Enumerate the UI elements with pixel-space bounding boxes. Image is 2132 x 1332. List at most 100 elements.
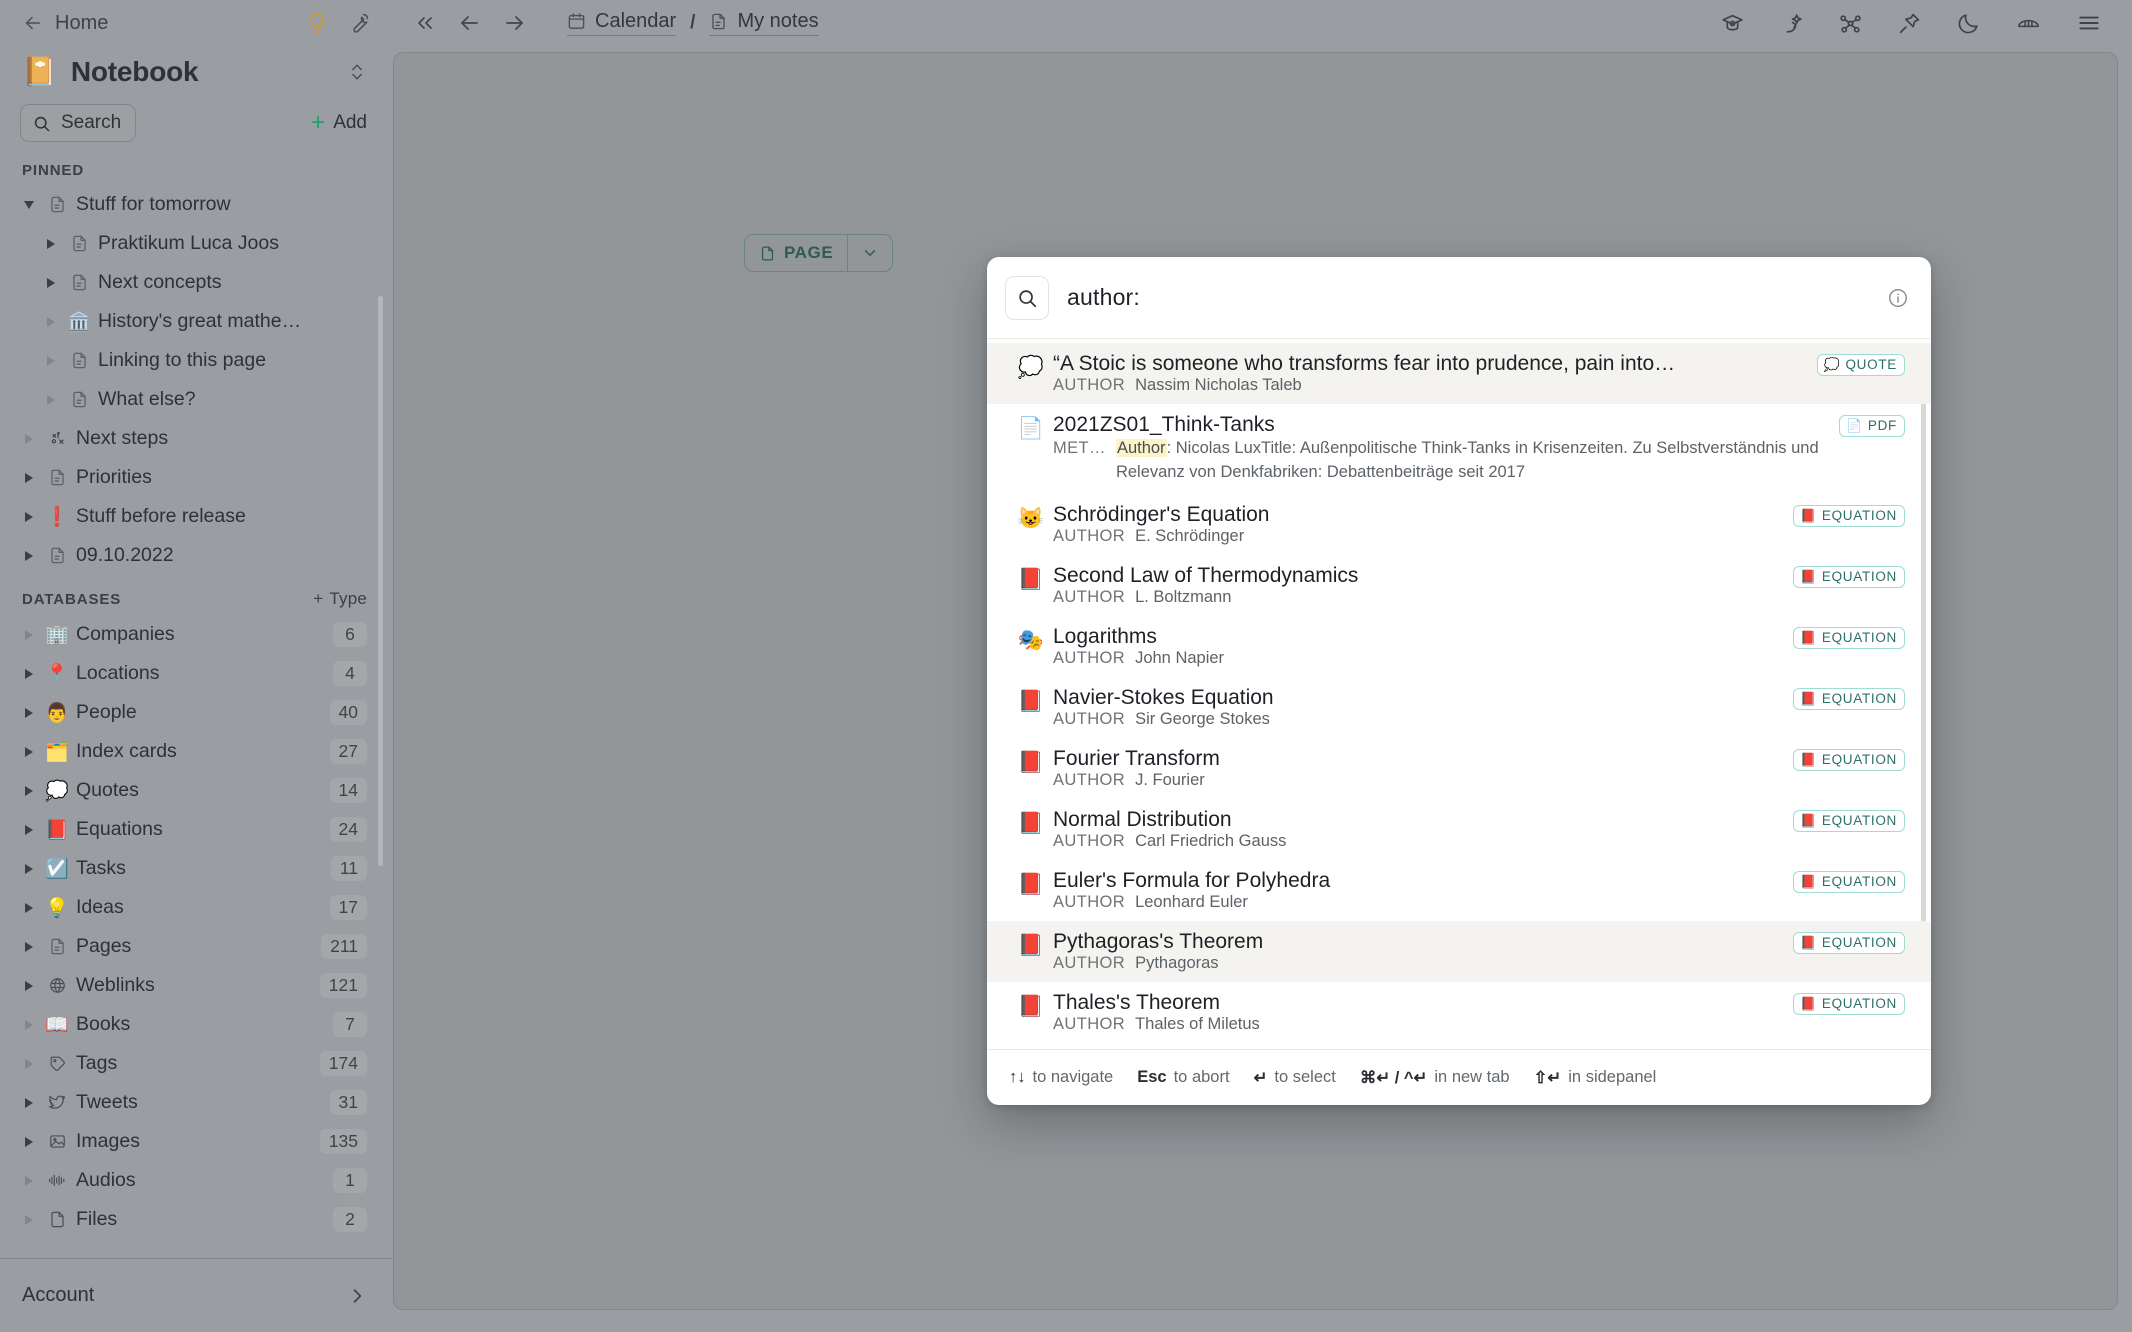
search-results[interactable]: 💭 “A Stoic is someone who transforms fear…	[987, 339, 1931, 1049]
disclosure-toggle[interactable]	[16, 668, 42, 679]
home-button[interactable]: Home	[22, 12, 108, 35]
search-result-row[interactable]: 📄 2021ZS01_Think-Tanks MET… Author: Nicolas…	[987, 404, 1931, 494]
sidebar-item-praktikum-luca-joos[interactable]: Praktikum Luca Joos	[10, 224, 379, 263]
sidebar-db-locations[interactable]: 📍 Locations 4	[10, 654, 379, 693]
chevron-right-icon[interactable]	[25, 511, 33, 522]
chevron-right-icon[interactable]	[25, 433, 33, 444]
disclosure-toggle[interactable]	[16, 550, 42, 561]
disclosure-toggle[interactable]	[38, 355, 64, 366]
graduation-icon[interactable]	[1720, 11, 1745, 36]
chevron-right-icon[interactable]	[25, 1175, 33, 1186]
moon-icon[interactable]	[1956, 11, 1981, 36]
search-result-row[interactable]: 📕CalculusAUTHORIsaac Newton📕EQUATION	[987, 1043, 1931, 1049]
chevron-right-icon[interactable]	[25, 1136, 33, 1147]
chevron-right-icon[interactable]	[47, 277, 55, 288]
disclosure-toggle[interactable]	[16, 707, 42, 718]
disclosure-toggle[interactable]	[16, 629, 42, 640]
reading-icon[interactable]	[2015, 10, 2042, 37]
disclosure-toggle[interactable]	[16, 472, 42, 483]
sidebar-db-pages[interactable]: Pages 211	[10, 927, 379, 966]
ai-sparkle-icon[interactable]	[1779, 11, 1804, 36]
chevron-right-icon[interactable]	[47, 316, 55, 327]
wrench-icon[interactable]	[347, 11, 371, 35]
chevron-right-icon[interactable]	[25, 550, 33, 561]
sidebar-db-index-cards[interactable]: 🗂️ Index cards 27	[10, 732, 379, 771]
disclosure-toggle[interactable]	[16, 1136, 42, 1147]
sidebar-item-priorities[interactable]: Priorities	[10, 458, 379, 497]
disclosure-toggle[interactable]	[38, 316, 64, 327]
disclosure-toggle[interactable]	[16, 824, 42, 835]
sidebar-db-tags[interactable]: Tags 174	[10, 1044, 379, 1083]
sidebar-item-09-10-2022[interactable]: 09.10.2022	[10, 536, 379, 575]
nav-back-icon[interactable]	[457, 11, 481, 35]
chevron-down-icon[interactable]	[848, 244, 892, 262]
disclosure-toggle[interactable]	[16, 1058, 42, 1069]
sidebar-db-audios[interactable]: Audios 1	[10, 1161, 379, 1200]
menu-icon[interactable]	[2076, 10, 2102, 36]
disclosure-toggle[interactable]	[16, 746, 42, 757]
sidebar-db-weblinks[interactable]: Weblinks 121	[10, 966, 379, 1005]
chevron-right-icon[interactable]	[25, 980, 33, 991]
breadcrumb-item-my-notes[interactable]: My notes	[709, 10, 819, 36]
sidebar-item-stuff-for-tomorrow[interactable]: Stuff for tomorrow	[10, 185, 379, 224]
disclosure-toggle[interactable]	[16, 200, 42, 209]
disclosure-toggle[interactable]	[16, 863, 42, 874]
sidebar-db-tasks[interactable]: ☑️ Tasks 11	[10, 849, 379, 888]
disclosure-toggle[interactable]	[16, 941, 42, 952]
add-type-button[interactable]: + Type	[313, 589, 367, 609]
chevron-right-icon[interactable]	[47, 394, 55, 405]
page-type-chip[interactable]: PAGE	[744, 234, 894, 272]
disclosure-toggle[interactable]	[16, 1097, 42, 1108]
search-result-row[interactable]: 🎭 Logarithms AUTHOR John Napier 📕 EQUATION	[987, 616, 1931, 677]
disclosure-toggle[interactable]	[16, 980, 42, 991]
sidebar-db-books[interactable]: 📖 Books 7	[10, 1005, 379, 1044]
disclosure-toggle[interactable]	[38, 238, 64, 249]
sidebar-db-files[interactable]: Files 2	[10, 1200, 379, 1239]
chevron-right-icon[interactable]	[25, 1058, 33, 1069]
disclosure-toggle[interactable]	[38, 394, 64, 405]
chevron-right-icon[interactable]	[25, 668, 33, 679]
info-circle-icon[interactable]	[1887, 287, 1909, 309]
chevron-right-icon[interactable]	[25, 863, 33, 874]
graph-icon[interactable]	[1838, 11, 1863, 36]
chevron-right-icon[interactable]	[25, 629, 33, 640]
chevrons-updown-icon[interactable]	[347, 62, 367, 82]
chevron-right-icon[interactable]	[25, 1214, 33, 1225]
chevrons-left-icon[interactable]	[413, 11, 437, 35]
chevron-right-icon[interactable]	[25, 707, 33, 718]
chevron-right-icon[interactable]	[25, 472, 33, 483]
search-result-row[interactable]: 📕 Normal Distribution AUTHOR Carl Friedrich…	[987, 799, 1931, 860]
disclosure-toggle[interactable]	[16, 433, 42, 444]
chevron-right-icon[interactable]	[25, 746, 33, 757]
nav-forward-icon[interactable]	[503, 11, 527, 35]
sidebar-db-equations[interactable]: 📕 Equations 24	[10, 810, 379, 849]
disclosure-toggle[interactable]	[16, 1019, 42, 1030]
sidebar-db-images[interactable]: Images 135	[10, 1122, 379, 1161]
lightbulb-icon[interactable]	[305, 11, 329, 35]
account-row[interactable]: Account	[0, 1258, 393, 1332]
search-input[interactable]: author:	[1049, 284, 1887, 311]
search-result-row[interactable]: 📕 Euler's Formula for Polyhedra AUTHOR Leon…	[987, 860, 1931, 921]
search-result-row[interactable]: 😺 Schrödinger's Equation AUTHOR E. Schrödin…	[987, 494, 1931, 555]
add-button[interactable]: + Add	[311, 111, 367, 135]
search-result-row[interactable]: 📕 Fourier Transform AUTHOR J. Fourier 📕 EQUAT…	[987, 738, 1931, 799]
disclosure-toggle[interactable]	[16, 785, 42, 796]
chevron-right-icon[interactable]	[25, 1097, 33, 1108]
sidebar-db-tweets[interactable]: Tweets 31	[10, 1083, 379, 1122]
notebook-header[interactable]: 📔 Notebook	[0, 46, 393, 98]
chevron-right-icon[interactable]	[25, 824, 33, 835]
disclosure-toggle[interactable]	[16, 1214, 42, 1225]
sidebar-item-next-concepts[interactable]: Next concepts	[10, 263, 379, 302]
sidebar-item-next-steps[interactable]: Next steps	[10, 419, 379, 458]
sidebar-item-history-s-great-mathe[interactable]: 🏛️ History's great mathe…	[10, 302, 379, 341]
disclosure-toggle[interactable]	[38, 277, 64, 288]
search-button[interactable]: Search	[20, 104, 137, 142]
disclosure-toggle[interactable]	[16, 1175, 42, 1186]
chevron-right-icon[interactable]	[25, 902, 33, 913]
disclosure-toggle[interactable]	[16, 511, 42, 522]
disclosure-toggle[interactable]	[16, 902, 42, 913]
chevron-down-icon[interactable]	[24, 200, 34, 209]
search-result-row[interactable]: 📕 Pythagoras's Theorem AUTHOR Pythagoras 📕 EQ…	[987, 920, 1931, 982]
pin-icon[interactable]	[1897, 11, 1922, 36]
sidebar-db-people[interactable]: 👨 People 40	[10, 693, 379, 732]
